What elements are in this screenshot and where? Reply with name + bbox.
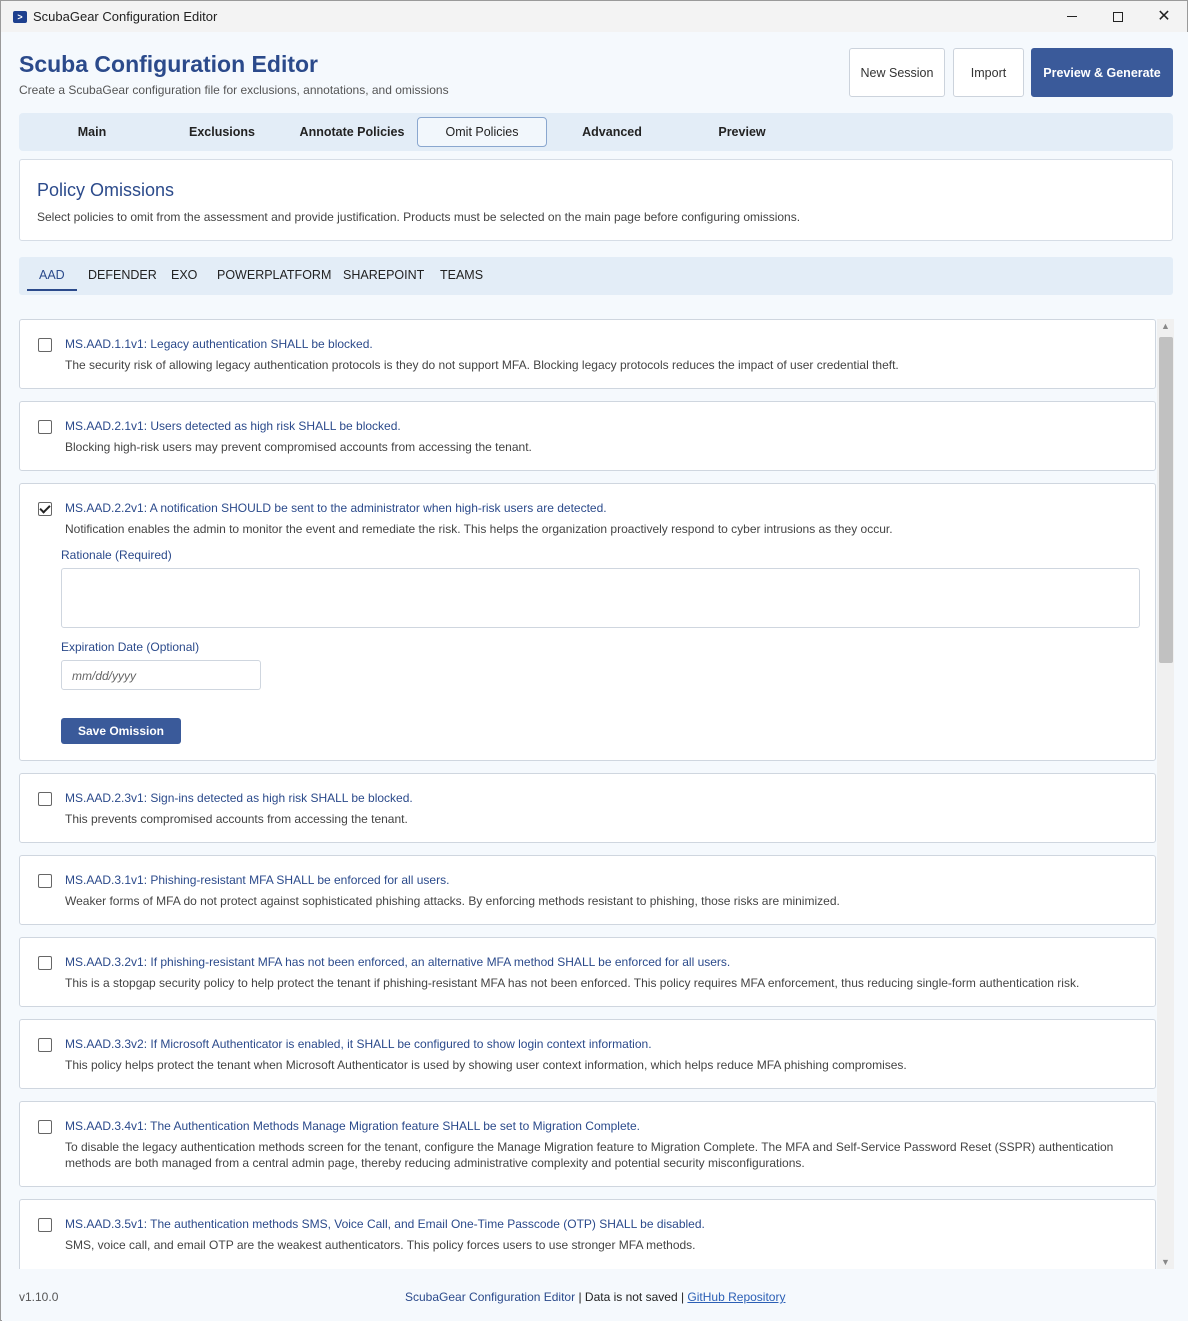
policy-checkbox[interactable] <box>38 338 52 352</box>
chevron-down-icon[interactable]: ▼ <box>1161 1257 1170 1267</box>
tab-exclusions[interactable]: Exclusions <box>157 117 287 147</box>
expiration-date-input[interactable]: mm/dd/yyyy <box>61 660 261 690</box>
section-description: Select policies to omit from the assessm… <box>37 210 801 224</box>
policy-title: MS.AAD.2.1v1: Users detected as high ris… <box>65 419 401 433</box>
scrollbar-thumb[interactable] <box>1159 337 1173 663</box>
preview-generate-button[interactable]: Preview & Generate <box>1031 48 1173 97</box>
policy-card: MS.AAD.1.1v1: Legacy authentication SHAL… <box>19 319 1156 389</box>
policy-title: MS.AAD.3.1v1: Phishing-resistant MFA SHA… <box>65 873 450 887</box>
policy-title: MS.AAD.3.2v1: If phishing-resistant MFA … <box>65 955 731 969</box>
policy-checkbox[interactable] <box>38 956 52 970</box>
minimize-button[interactable] <box>1049 1 1095 32</box>
minimize-icon <box>1067 16 1077 17</box>
main-tab-bar: Main Exclusions Annotate Policies Omit P… <box>19 113 1173 151</box>
app-content: Scuba Configuration Editor Create a Scub… <box>2 32 1188 1321</box>
policy-checkbox[interactable] <box>38 792 52 806</box>
maximize-icon <box>1113 11 1123 22</box>
policy-card: MS.AAD.3.3v2: If Microsoft Authenticator… <box>19 1019 1156 1089</box>
app-window: > ScubaGear Configuration Editor ✕ Scuba… <box>0 0 1188 1321</box>
new-session-button[interactable]: New Session <box>849 48 945 97</box>
policy-checkbox[interactable] <box>38 1218 52 1232</box>
window-title: ScubaGear Configuration Editor <box>33 9 218 24</box>
close-button[interactable]: ✕ <box>1141 1 1187 32</box>
page-title: Scuba Configuration Editor <box>19 51 318 77</box>
policy-description: SMS, voice call, and email OTP are the w… <box>65 1238 696 1252</box>
policy-card: MS.AAD.2.3v1: Sign-ins detected as high … <box>19 773 1156 843</box>
maximize-button[interactable] <box>1095 1 1141 32</box>
policy-card: MS.AAD.3.2v1: If phishing-resistant MFA … <box>19 937 1156 1007</box>
policy-title: MS.AAD.3.3v2: If Microsoft Authenticator… <box>65 1037 652 1051</box>
policy-card: MS.AAD.3.4v1: The Authentication Methods… <box>19 1101 1156 1187</box>
github-link[interactable]: GitHub Repository <box>687 1290 785 1304</box>
import-button[interactable]: Import <box>953 48 1024 97</box>
policy-card: MS.AAD.2.1v1: Users detected as high ris… <box>19 401 1156 471</box>
chevron-up-icon[interactable]: ▲ <box>1161 321 1170 331</box>
policy-title: MS.AAD.3.5v1: The authentication methods… <box>65 1217 705 1231</box>
policy-description: The security risk of allowing legacy aut… <box>65 358 899 372</box>
policy-description: To disable the legacy authentication met… <box>65 1140 1114 1170</box>
policy-title: MS.AAD.2.3v1: Sign-ins detected as high … <box>65 791 413 805</box>
policy-checkbox[interactable] <box>38 874 52 888</box>
policy-description: Blocking high-risk users may prevent com… <box>65 440 532 454</box>
save-omission-button[interactable]: Save Omission <box>61 718 181 744</box>
expiration-label: Expiration Date (Optional) <box>61 640 200 654</box>
footer-app-name: ScubaGear Configuration Editor <box>405 1290 576 1304</box>
policy-checkbox[interactable] <box>38 420 52 434</box>
policy-description: Notification enables the admin to monito… <box>65 522 893 536</box>
policy-card-expanded: MS.AAD.2.2v1: A notification SHOULD be s… <box>19 483 1156 761</box>
rationale-input[interactable] <box>61 568 1140 628</box>
policy-checkbox[interactable] <box>38 1038 52 1052</box>
powershell-icon: > <box>13 10 27 23</box>
policy-card: MS.AAD.3.1v1: Phishing-resistant MFA SHA… <box>19 855 1156 925</box>
section-header: Policy Omissions Select policies to omit… <box>19 159 1173 241</box>
policy-description: This is a stopgap security policy to hel… <box>65 976 1080 990</box>
tab-advanced[interactable]: Advanced <box>547 117 677 147</box>
policy-description: This prevents compromised accounts from … <box>65 812 408 826</box>
vertical-scrollbar[interactable]: ▲ ▼ <box>1157 319 1174 1269</box>
active-tab-indicator <box>27 289 77 291</box>
product-tab-powerplatform[interactable]: POWERPLATFORM <box>217 268 331 282</box>
policy-description: Weaker forms of MFA do not protect again… <box>65 894 840 908</box>
footer-status: Data is not saved <box>584 1290 678 1304</box>
policy-list[interactable]: MS.AAD.1.1v1: Legacy authentication SHAL… <box>19 319 1156 1269</box>
window-controls: ✕ <box>1049 1 1187 32</box>
product-tab-sharepoint[interactable]: SHAREPOINT <box>343 268 424 282</box>
policy-checkbox[interactable] <box>38 1120 52 1134</box>
section-title: Policy Omissions <box>37 180 175 200</box>
policy-card: MS.AAD.3.5v1: The authentication methods… <box>19 1199 1156 1269</box>
footer-separator: | <box>575 1290 585 1304</box>
product-tab-bar: AAD DEFENDER EXO POWERPLATFORM SHAREPOIN… <box>19 257 1173 295</box>
policy-checkbox[interactable] <box>38 502 52 516</box>
footer-info: ScubaGear Configuration Editor | Data is… <box>405 1290 785 1304</box>
tab-annotate-policies[interactable]: Annotate Policies <box>287 117 417 147</box>
policy-title: MS.AAD.1.1v1: Legacy authentication SHAL… <box>65 337 373 351</box>
policy-title: MS.AAD.2.2v1: A notification SHOULD be s… <box>65 501 607 515</box>
tab-omit-policies[interactable]: Omit Policies <box>417 117 547 147</box>
product-tab-exo[interactable]: EXO <box>171 268 197 282</box>
page-subtitle: Create a ScubaGear configuration file fo… <box>19 83 449 97</box>
policy-description: This policy helps protect the tenant whe… <box>65 1058 907 1072</box>
rationale-label: Rationale (Required) <box>61 548 172 562</box>
product-tab-aad[interactable]: AAD <box>39 268 65 282</box>
product-tab-defender[interactable]: DEFENDER <box>88 268 157 282</box>
footer: v1.10.0 ScubaGear Configuration Editor |… <box>2 1290 1188 1310</box>
footer-separator: | <box>677 1290 688 1304</box>
close-icon: ✕ <box>1157 7 1171 25</box>
title-bar: > ScubaGear Configuration Editor ✕ <box>1 1 1187 32</box>
policy-title: MS.AAD.3.4v1: The Authentication Methods… <box>65 1119 640 1133</box>
product-tab-teams[interactable]: TEAMS <box>440 268 483 282</box>
tab-preview[interactable]: Preview <box>677 117 807 147</box>
version-label: v1.10.0 <box>19 1290 59 1304</box>
tab-main[interactable]: Main <box>27 117 157 147</box>
